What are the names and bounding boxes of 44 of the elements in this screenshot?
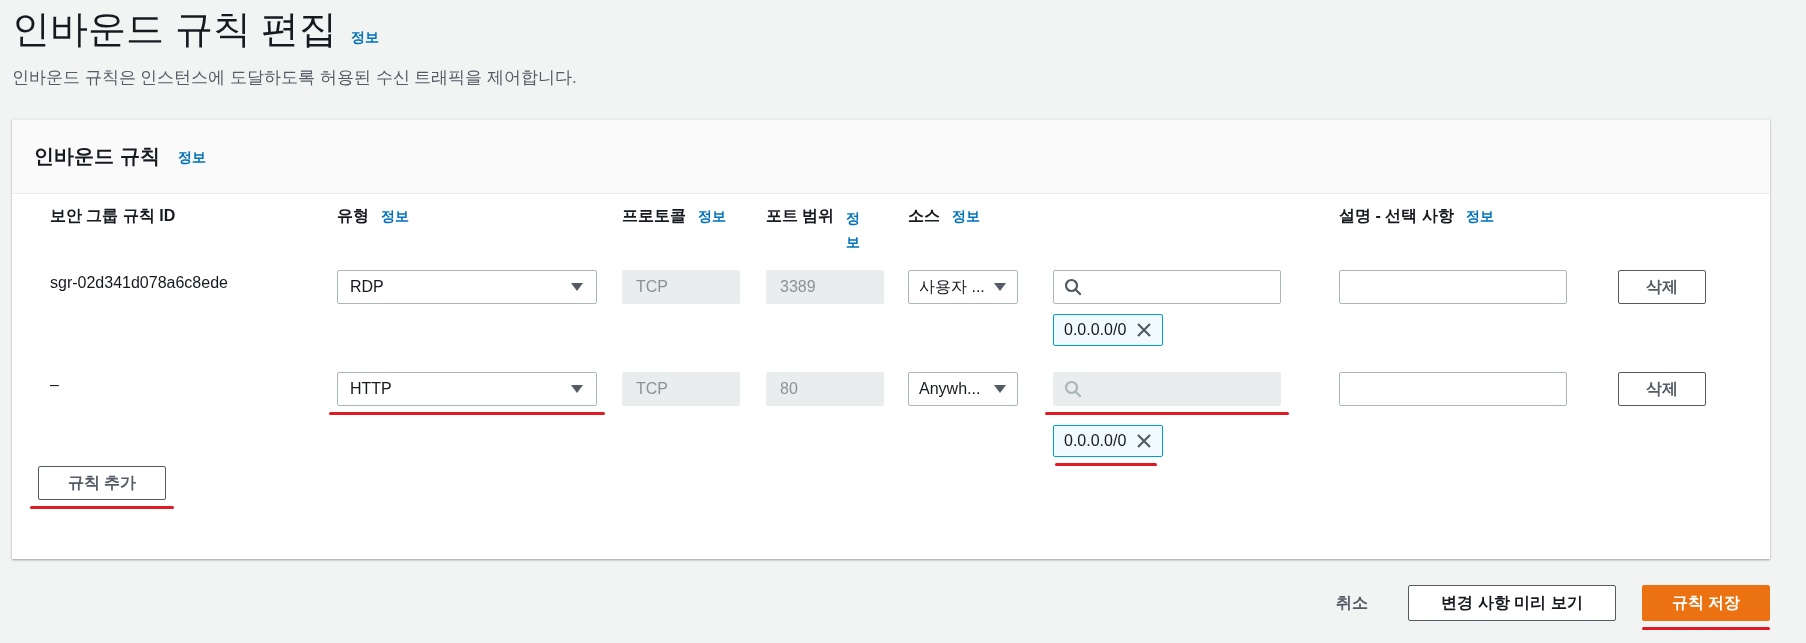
delete-button[interactable]: 삭제 <box>1618 270 1706 304</box>
caret-icon <box>993 282 1007 292</box>
column-header: 보안 그룹 규칙 ID <box>50 206 176 226</box>
column-header: 유형 <box>337 206 369 226</box>
rule-id: – <box>50 375 60 395</box>
protocol-field: TCP <box>622 372 740 406</box>
caret-icon <box>993 384 1007 394</box>
column-header: 프로토콜 <box>622 206 686 226</box>
info-link[interactable]: 정보 <box>846 206 861 254</box>
rule-id: sgr-02d341d078a6c8ede <box>50 273 229 293</box>
info-link[interactable]: 정보 <box>177 147 206 166</box>
info-link[interactable]: 정보 <box>381 206 409 226</box>
cidr-label: 0.0.0.0/0 <box>1064 321 1127 339</box>
protocol-field: TCP <box>622 270 740 304</box>
source-dropdown[interactable]: 사용자 ... <box>908 270 1018 304</box>
page-description: 인바운드 규칙은 인스턴스에 도달하도록 허용된 수신 트래픽을 제어합니다. <box>12 67 578 89</box>
info-link[interactable]: 정보 <box>698 206 726 226</box>
info-link[interactable]: 정보 <box>1465 206 1494 226</box>
search-icon <box>1064 278 1082 296</box>
panel-title: 인바운드 규칙 <box>34 144 160 169</box>
search-icon <box>1064 380 1082 398</box>
info-link[interactable]: 정보 <box>952 206 980 226</box>
close-icon[interactable] <box>1136 433 1153 449</box>
type-dropdown[interactable]: HTTP <box>337 372 597 406</box>
description-field[interactable] <box>1339 372 1567 406</box>
column-header: 소스 <box>908 206 940 226</box>
port-range-field: 3389 <box>766 270 884 304</box>
cancel-link[interactable]: 취소 <box>1336 585 1368 621</box>
preview-changes-button[interactable]: 변경 사항 미리 보기 <box>1408 585 1616 621</box>
source-dropdown[interactable]: Anywh... <box>908 372 1018 406</box>
column-header: 포트 범위 <box>766 206 835 226</box>
search-field[interactable] <box>1053 270 1281 304</box>
column-header: 설명 - 선택 사항 <box>1339 206 1454 226</box>
cidr-label: 0.0.0.0/0 <box>1064 432 1127 450</box>
delete-button[interactable]: 삭제 <box>1618 372 1706 406</box>
caret-icon <box>570 282 584 292</box>
type-dropdown[interactable]: RDP <box>337 270 597 304</box>
description-field[interactable] <box>1339 270 1567 304</box>
page-title: 인바운드 규칙 편집 <box>12 7 338 52</box>
info-link[interactable]: 정보 <box>351 28 380 54</box>
port-range-field: 80 <box>766 372 884 406</box>
caret-icon <box>570 384 584 394</box>
add-rule-button[interactable]: 규칙 추가 <box>38 466 166 500</box>
close-icon[interactable] <box>1136 322 1153 338</box>
